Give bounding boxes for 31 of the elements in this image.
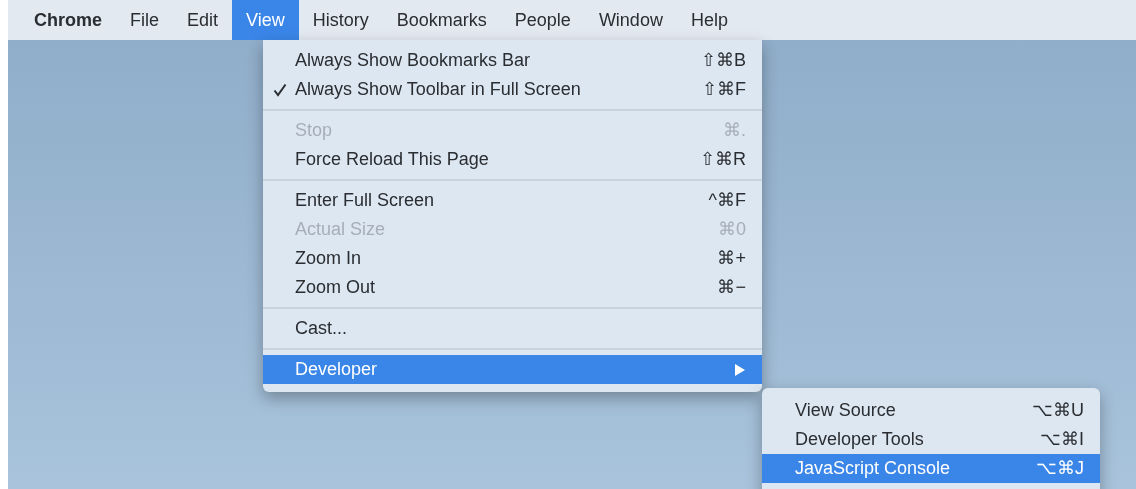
menu-item[interactable]: Force Reload This Page ⇧⌘R — [263, 145, 762, 174]
shortcut-text: ⌘− — [717, 276, 746, 299]
menu-item[interactable]: Always Show Bookmarks Bar ⇧⌘B — [263, 46, 762, 75]
menu-item[interactable]: Zoom Out ⌘− — [263, 273, 762, 302]
menu-bar-item[interactable]: History — [298, 0, 383, 40]
shortcut-text: ⌘. — [723, 119, 746, 142]
shortcut-text: ⌥⌘U — [1032, 399, 1084, 422]
menu-bar-item[interactable]: People — [500, 0, 585, 40]
menu-bar-item[interactable]: Edit — [173, 0, 233, 40]
menu-bar-item[interactable]: File — [116, 0, 174, 40]
shortcut-text: ⌘0 — [718, 218, 746, 241]
shortcut-text: ⌥⌘I — [1040, 428, 1084, 451]
menu-item[interactable]: Always Show Toolbar in Full Screen ⇧⌘F — [263, 75, 762, 104]
shortcut-text: ^⌘F — [708, 189, 746, 212]
menu-item[interactable]: JavaScript Console ⌥⌘J — [762, 454, 1100, 483]
shortcut-text: ⇧⌘B — [701, 49, 746, 72]
menu-item[interactable]: Developer — [263, 355, 762, 384]
shortcut-text: ⌥⌘J — [1036, 457, 1084, 480]
menu-item[interactable]: Enter Full Screen ^⌘F — [263, 186, 762, 215]
menu-bar-item[interactable]: Bookmarks — [382, 0, 501, 40]
menu-bar-item[interactable]: Window — [584, 0, 677, 40]
menu-item[interactable]: View Source ⌥⌘U — [762, 396, 1100, 425]
menu-item[interactable]: Developer Tools ⌥⌘I — [762, 425, 1100, 454]
shortcut-text: ⌘+ — [717, 247, 746, 270]
menu-item[interactable]: Zoom In ⌘+ — [263, 244, 762, 273]
shortcut-text: ⇧⌘F — [702, 78, 746, 101]
menu-item[interactable]: Cast... — [263, 314, 762, 343]
menu-bar-item[interactable]: View — [232, 0, 299, 40]
menu-bar-item[interactable]: Chrome — [20, 0, 116, 40]
shortcut-text: ⇧⌘R — [700, 148, 746, 171]
menu-bar-item[interactable]: Help — [676, 0, 742, 40]
